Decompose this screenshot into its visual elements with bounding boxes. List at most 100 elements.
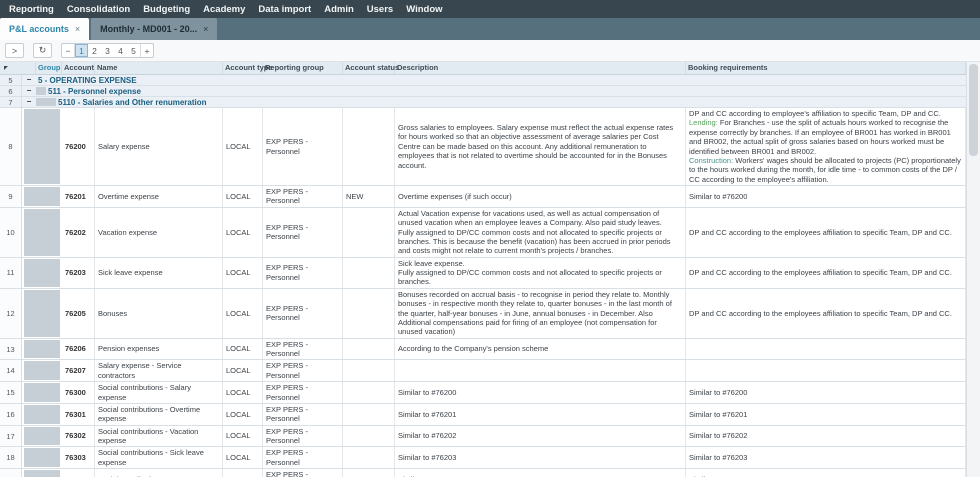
cell-account[interactable]: 76301 — [62, 403, 95, 425]
cell-description[interactable]: Actual Vacation expense for vacations us… — [395, 207, 686, 257]
cell-account[interactable]: 76302 — [62, 425, 95, 447]
pager-page-5[interactable]: 5 — [127, 44, 140, 57]
cell-booking-requirements[interactable]: Similar to #76202 — [686, 425, 966, 447]
cell-reporting-group[interactable]: EXP PERS - Personnel — [263, 425, 343, 447]
cell-account-status[interactable] — [343, 447, 395, 469]
cell-reporting-group[interactable]: EXP PERS - Personnel — [263, 360, 343, 382]
cell-account[interactable]: 76300 — [62, 382, 95, 403]
account-row-76300[interactable]: 15 76300 Social contributions - Salary exp… — [0, 382, 966, 404]
cell-description[interactable]: Sick leave expense. Fully assigned to DP… — [395, 257, 686, 288]
account-row-76202[interactable]: 10 76202 Vacation expense LOCAL EXP PERS - P… — [0, 207, 966, 258]
pager-page-2[interactable]: 2 — [88, 44, 101, 57]
cell-reporting-group[interactable]: EXP PERS - Personnel — [263, 447, 343, 469]
cell-account[interactable]: 76206 — [62, 338, 95, 360]
cell-account[interactable]: 76205 — [62, 288, 95, 338]
cell-account-type[interactable]: LOCAL — [223, 360, 263, 382]
cell-account-type[interactable]: LOCAL — [223, 447, 263, 469]
row-number[interactable]: 16 — [0, 403, 22, 425]
cell-account-type[interactable]: LOCAL — [223, 403, 263, 425]
cell-account-type[interactable]: LOCAL — [223, 186, 263, 207]
cell-description[interactable]: Similar to #76201 — [395, 403, 686, 425]
menu-item-users[interactable]: Users — [367, 4, 393, 15]
menu-item-window[interactable]: Window — [406, 4, 442, 15]
menu-item-admin[interactable]: Admin — [324, 4, 354, 15]
cell-reporting-group[interactable]: EXP PERS - Personnel — [263, 469, 343, 477]
cell-account-status[interactable] — [343, 207, 395, 257]
account-row-76205[interactable]: 12 76205 Bonuses LOCAL EXP PERS - Personnel B… — [0, 288, 966, 339]
cell-account-type[interactable]: LOCAL — [223, 207, 263, 257]
cell-account-status[interactable] — [343, 382, 395, 403]
grid-corner-cell[interactable] — [0, 62, 36, 74]
cell-name[interactable]: Pension expenses — [95, 338, 223, 360]
pager-add-button[interactable]: + — [140, 44, 153, 57]
cell-reporting-group[interactable]: EXP PERS - Personnel — [263, 338, 343, 360]
cell-name[interactable]: Vacation expense — [95, 207, 223, 257]
row-number[interactable]: 19 — [0, 469, 22, 477]
account-row-76301[interactable]: 16 76301 Social contributions - Overtime e… — [0, 403, 966, 426]
cell-description[interactable]: Overtime expenses (if such occur) — [395, 186, 686, 207]
cell-account[interactable]: 76303 — [62, 447, 95, 469]
cell-account[interactable]: 76202 — [62, 207, 95, 257]
collapse-icon[interactable]: − — [27, 98, 32, 106]
cell-description[interactable]: According to the Company's pension schem… — [395, 338, 686, 360]
cell-reporting-group[interactable]: EXP PERS - Personnel — [263, 257, 343, 288]
row-number[interactable]: 7 — [0, 97, 22, 107]
cell-reporting-group[interactable]: EXP PERS - Personnel — [263, 403, 343, 425]
cell-booking-requirements[interactable]: Similar to #76200 — [686, 382, 966, 403]
cell-account[interactable]: 76203 — [62, 257, 95, 288]
cell-account-status[interactable] — [343, 108, 395, 185]
cell-description[interactable] — [395, 360, 686, 382]
cell-booking-requirements[interactable]: DP and CC according to the employees aff… — [686, 207, 966, 257]
cell-description[interactable]: Similar to #76203 — [395, 447, 686, 469]
cell-account-type[interactable]: LOCAL — [223, 108, 263, 185]
column-header-account-status[interactable]: Account status — [343, 62, 399, 74]
cell-booking-requirements[interactable] — [686, 360, 966, 382]
account-row-76200[interactable]: 8 76200 Salary expense LOCAL EXP PERS - Pers… — [0, 108, 966, 186]
row-number[interactable]: 14 — [0, 360, 22, 382]
row-number[interactable]: 18 — [0, 447, 22, 469]
cell-name[interactable]: Overtime expense — [95, 186, 223, 207]
column-header-booking-requirements[interactable]: Booking requirements — [686, 62, 966, 74]
cell-name[interactable]: Sick leave expense — [95, 257, 223, 288]
cell-account-status[interactable]: NEW — [343, 186, 395, 207]
account-row-76303[interactable]: 18 76303 Social contributions - Sick leave… — [0, 447, 966, 470]
account-row-76302[interactable]: 17 76302 Social contributions - Vacation e… — [0, 425, 966, 448]
cell-name[interactable]: Social contributions - Salary expense — [95, 382, 223, 403]
group-row-5[interactable]: 5−5 - OPERATING EXPENSE — [0, 75, 966, 86]
cell-reporting-group[interactable]: EXP PERS - Personnel — [263, 382, 343, 403]
cell-description[interactable]: Bonuses recorded on accrual basis - to r… — [395, 288, 686, 338]
row-number[interactable]: 11 — [0, 257, 22, 288]
column-header-group[interactable]: Group — [36, 62, 62, 74]
cell-account-status[interactable] — [343, 425, 395, 447]
menu-item-consolidation[interactable]: Consolidation — [67, 4, 130, 15]
group-row-511[interactable]: 6− 511 - Personnel expense — [0, 86, 966, 97]
cell-booking-requirements[interactable]: Similar to #76205 — [686, 469, 966, 477]
account-row-76206[interactable]: 13 76206 Pension expenses LOCAL EXP PERS - P… — [0, 338, 966, 361]
cell-name[interactable]: Social contributions - Sick leave expens… — [95, 447, 223, 469]
cell-account-status[interactable] — [343, 469, 395, 477]
group-label[interactable]: 511 - Personnel expense — [46, 86, 966, 96]
tab-close-icon[interactable]: × — [203, 24, 208, 34]
account-row-76207[interactable]: 14 76207 Salary expense - Service contract… — [0, 360, 966, 383]
cell-account-status[interactable] — [343, 288, 395, 338]
cell-name[interactable]: Salary expense — [95, 108, 223, 185]
account-row-76201[interactable]: 9 76201 Overtime expense LOCAL EXP PERS - Pe… — [0, 186, 966, 208]
menu-item-data-import[interactable]: Data import — [258, 4, 311, 15]
cell-description[interactable]: Similar to #76205 — [395, 469, 686, 477]
menu-item-academy[interactable]: Academy — [203, 4, 245, 15]
column-header-description[interactable]: Description — [395, 62, 686, 74]
tab-p-l-accounts[interactable]: P&L accounts × — [0, 18, 90, 40]
pager-page-4[interactable]: 4 — [114, 44, 127, 57]
row-number[interactable]: 10 — [0, 207, 22, 257]
cell-account-type[interactable]: LOCAL — [223, 288, 263, 338]
row-number[interactable]: 13 — [0, 338, 22, 360]
cell-account[interactable]: 76201 — [62, 186, 95, 207]
cell-booking-requirements[interactable]: Similar to #76201 — [686, 403, 966, 425]
cell-booking-requirements[interactable]: DP and CC according to employee's affili… — [686, 108, 966, 185]
pager-prev-button[interactable]: − — [62, 44, 75, 57]
row-number[interactable]: 15 — [0, 382, 22, 403]
cell-booking-requirements[interactable]: Similar to #76200 — [686, 186, 966, 207]
cell-name[interactable]: Social contributions - Vacation expense — [95, 425, 223, 447]
group-label[interactable]: 5 - OPERATING EXPENSE — [36, 75, 966, 85]
menu-item-budgeting[interactable]: Budgeting — [143, 4, 190, 15]
